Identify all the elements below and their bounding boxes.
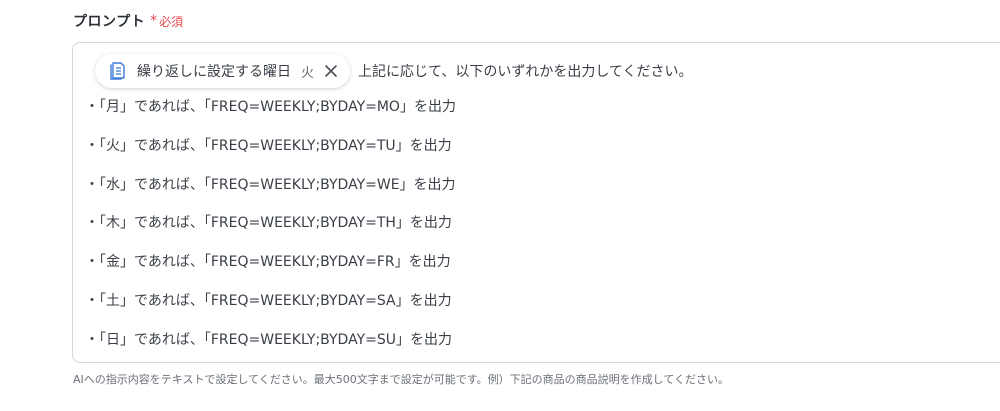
prompt-instruction-text: 上記に応じて、以下のいずれかを出力してください。 — [358, 64, 693, 80]
prompt-lines: ・「月」であれば、「FREQ=WEEKLY;BYDAY=MO」を出力 ・「火」で… — [85, 95, 456, 367]
prompt-line: ・「火」であれば、「FREQ=WEEKLY;BYDAY=TU」を出力 — [85, 137, 452, 154]
chip-value: 火 — [301, 65, 315, 81]
prompt-line: ・「日」であれば、「FREQ=WEEKLY;BYDAY=SU」を出力 — [85, 331, 452, 348]
field-label: プロンプト — [73, 14, 146, 30]
prompt-line: ・「月」であれば、「FREQ=WEEKLY;BYDAY=MO」を出力 — [85, 99, 456, 115]
chip-label: 繰り返しに設定する曜日 — [137, 64, 291, 80]
prompt-line: ・「木」であれば、「FREQ=WEEKLY;BYDAY=TH」を出力 — [85, 215, 452, 232]
prompt-line: ・「土」であれば、「FREQ=WEEKLY;BYDAY=SA」を出力 — [85, 292, 452, 309]
field-label-row: プロンプト * 必須 — [73, 11, 183, 31]
document-list-icon — [109, 61, 127, 81]
required-star: * — [150, 13, 158, 29]
required-text: 必須 — [159, 14, 184, 29]
prompt-textarea[interactable]: 繰り返しに設定する曜日 火 上記に応じて、以下のいずれかを出力してください。 ・… — [72, 42, 1000, 363]
variable-chip[interactable]: 繰り返しに設定する曜日 火 — [95, 54, 351, 88]
help-text: AIへの指示内容をテキストで設定してください。最大500文字まで設定が可能です。… — [73, 373, 730, 386]
prompt-line: ・「水」であれば、「FREQ=WEEKLY;BYDAY=WE」を出力 — [85, 176, 456, 193]
prompt-first-line: 繰り返しに設定する曜日 火 上記に応じて、以下のいずれかを出力してください。 — [95, 53, 692, 89]
close-icon[interactable] — [324, 64, 338, 78]
prompt-line: ・「金」であれば、「FREQ=WEEKLY;BYDAY=FR」を出力 — [85, 254, 451, 271]
